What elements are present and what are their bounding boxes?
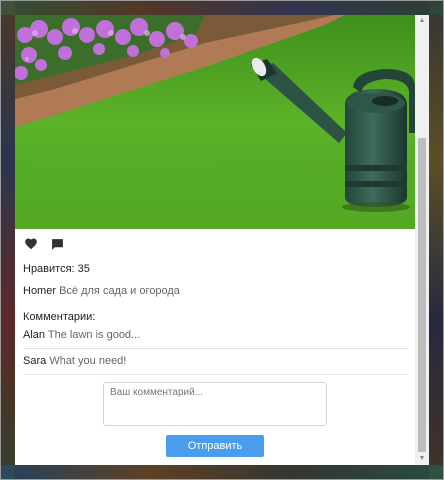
post-modal: Нравится: 35 Homer Всё для сада и огород… xyxy=(15,15,429,465)
comment-text: The lawn is good... xyxy=(47,329,141,341)
scroll-down-arrow-icon[interactable]: ▼ xyxy=(415,453,429,465)
scrollbar-thumb[interactable] xyxy=(418,138,426,452)
comment-divider xyxy=(23,348,409,349)
background-tile xyxy=(1,1,15,479)
background-tile xyxy=(1,465,443,479)
comment-text: What you need! xyxy=(49,355,127,367)
post-photo xyxy=(15,15,415,229)
comment-item: Alan The lawn is good... xyxy=(23,329,140,341)
comments-heading: Комментарии: xyxy=(23,311,96,323)
gallery-background: Нравится: 35 Homer Всё для сада и огород… xyxy=(0,0,444,480)
comment-item: Sara What you need! xyxy=(23,355,126,367)
heart-icon[interactable] xyxy=(24,237,38,251)
speech-bubble-icon[interactable] xyxy=(51,238,65,252)
caption-author[interactable]: Homer xyxy=(23,285,56,297)
post-caption: Homer Всё для сада и огорода xyxy=(23,285,180,297)
background-tile xyxy=(1,1,443,15)
scroll-up-arrow-icon[interactable]: ▲ xyxy=(415,15,429,27)
post-content: Нравится: 35 Homer Всё для сада и огород… xyxy=(15,15,415,465)
likes-count: Нравится: 35 xyxy=(23,263,90,275)
caption-text: Всё для сада и огорода xyxy=(59,285,180,297)
comment-input[interactable] xyxy=(103,382,327,426)
comment-divider xyxy=(23,374,409,375)
modal-scrollbar[interactable]: ▲ ▼ xyxy=(415,15,429,465)
background-tile xyxy=(429,1,443,479)
comment-author[interactable]: Alan xyxy=(23,329,45,341)
submit-comment-button[interactable]: Отправить xyxy=(166,435,264,457)
comment-author[interactable]: Sara xyxy=(23,355,46,367)
